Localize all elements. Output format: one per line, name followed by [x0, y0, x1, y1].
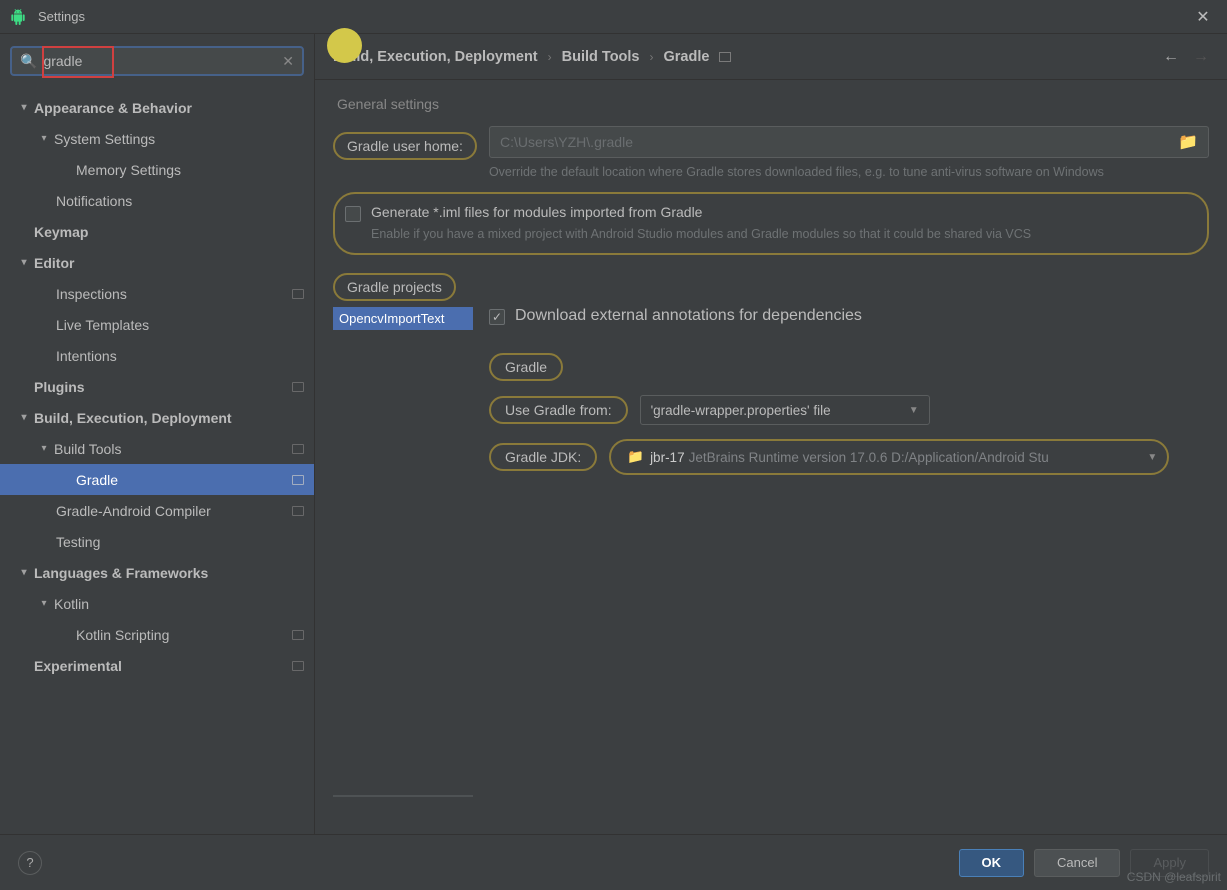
- tree-gradle[interactable]: Gradle: [0, 464, 314, 495]
- bottombar: ? OK Cancel Apply: [0, 834, 1227, 890]
- help-button[interactable]: ?: [18, 851, 42, 875]
- profile-badge-icon: [292, 475, 304, 485]
- gradle-jdk-dropdown[interactable]: 📁 jbr-17 JetBrains Runtime version 17.0.…: [609, 439, 1169, 475]
- close-icon[interactable]: ✕: [1189, 3, 1217, 31]
- window-title: Settings: [38, 9, 1189, 24]
- search-input[interactable]: [43, 53, 282, 69]
- generate-iml-hint: Enable if you have a mixed project with …: [371, 226, 1193, 244]
- gradle-jdk-label: Gradle JDK:: [489, 443, 597, 471]
- generate-iml-block: Generate *.iml files for modules importe…: [333, 192, 1209, 256]
- general-section-title: General settings: [333, 96, 1209, 112]
- main-panel: Build, Execution, Deployment › Build Too…: [315, 34, 1227, 834]
- sidebar: 🔍 ✕ ▾Appearance & Behavior ▾System Setti…: [0, 34, 315, 834]
- generate-iml-checkbox[interactable]: [345, 206, 361, 222]
- watermark: CSDN @leafspirit: [1127, 870, 1221, 884]
- chevron-down-icon: ▾: [18, 412, 30, 423]
- search-input-wrap[interactable]: 🔍 ✕: [10, 46, 304, 76]
- tree-intentions[interactable]: Intentions: [0, 340, 314, 371]
- chevron-down-icon: ▼: [909, 405, 919, 416]
- tree-experimental[interactable]: Experimental: [0, 650, 314, 681]
- download-annotations-label: Download external annotations for depend…: [515, 307, 862, 325]
- gradle-user-home-hint: Override the default location where Grad…: [489, 164, 1209, 182]
- use-gradle-from-label: Use Gradle from:: [489, 396, 628, 424]
- annotation-marker-icon: [327, 28, 362, 63]
- chevron-down-icon: ▾: [18, 567, 30, 578]
- profile-badge-icon: [292, 444, 304, 454]
- profile-badge-icon: [292, 630, 304, 640]
- chevron-down-icon: ▾: [38, 443, 50, 454]
- tree-testing[interactable]: Testing: [0, 526, 314, 557]
- chevron-down-icon: ▾: [18, 257, 30, 268]
- folder-icon[interactable]: 📁: [1178, 132, 1198, 152]
- tree-lang-fw[interactable]: ▾Languages & Frameworks: [0, 557, 314, 588]
- tree-gradle-android[interactable]: Gradle-Android Compiler: [0, 495, 314, 526]
- gradle-projects-label: Gradle projects: [333, 273, 456, 301]
- chevron-right-icon: ›: [650, 50, 654, 64]
- forward-icon: →: [1193, 48, 1209, 66]
- tree-live-templates[interactable]: Live Templates: [0, 309, 314, 340]
- ok-button[interactable]: OK: [959, 849, 1025, 877]
- crumb-build-tools[interactable]: Build Tools: [562, 49, 640, 65]
- titlebar: Settings ✕: [0, 0, 1227, 34]
- tree-kotlin[interactable]: ▾Kotlin: [0, 588, 314, 619]
- gradle-user-home-input[interactable]: [500, 134, 1170, 150]
- profile-badge-icon: [719, 52, 731, 62]
- tree-build-tools[interactable]: ▾Build Tools: [0, 433, 314, 464]
- search-icon: 🔍: [20, 53, 37, 70]
- tree-bed[interactable]: ▾Build, Execution, Deployment: [0, 402, 314, 433]
- profile-badge-icon: [292, 289, 304, 299]
- folder-icon: 📁: [627, 449, 644, 465]
- tree-system-settings[interactable]: ▾System Settings: [0, 123, 314, 154]
- profile-badge-icon: [292, 506, 304, 516]
- profile-badge-icon: [292, 661, 304, 671]
- projects-list[interactable]: OpencvImportText: [333, 307, 473, 797]
- tree-keymap[interactable]: Keymap: [0, 216, 314, 247]
- generate-iml-label: Generate *.iml files for modules importe…: [371, 204, 1193, 220]
- cancel-button[interactable]: Cancel: [1034, 849, 1120, 877]
- crumb-gradle: Gradle: [664, 49, 710, 65]
- chevron-down-icon: ▾: [18, 102, 30, 113]
- tree-notifications[interactable]: Notifications: [0, 185, 314, 216]
- tree-inspections[interactable]: Inspections: [0, 278, 314, 309]
- tree-appearance[interactable]: ▾Appearance & Behavior: [0, 92, 314, 123]
- profile-badge-icon: [292, 382, 304, 392]
- gradle-sub-label: Gradle: [489, 353, 563, 381]
- tree-plugins[interactable]: Plugins: [0, 371, 314, 402]
- settings-tree: ▾Appearance & Behavior ▾System Settings …: [0, 86, 314, 834]
- chevron-right-icon: ›: [548, 50, 552, 64]
- tree-editor[interactable]: ▾Editor: [0, 247, 314, 278]
- tree-kotlin-scripting[interactable]: Kotlin Scripting: [0, 619, 314, 650]
- download-annotations-checkbox[interactable]: [489, 309, 505, 325]
- chevron-down-icon: ▼: [1147, 452, 1157, 463]
- crumb-bed[interactable]: Build, Execution, Deployment: [333, 49, 538, 65]
- tree-memory-settings[interactable]: Memory Settings: [0, 154, 314, 185]
- chevron-down-icon: ▾: [38, 133, 50, 144]
- android-icon: [10, 9, 26, 25]
- gradle-user-home-input-wrap[interactable]: 📁: [489, 126, 1209, 158]
- use-gradle-from-dropdown[interactable]: 'gradle-wrapper.properties' file ▼: [640, 395, 930, 425]
- gradle-user-home-label: Gradle user home:: [333, 132, 477, 160]
- breadcrumb: Build, Execution, Deployment › Build Too…: [315, 34, 1227, 80]
- chevron-down-icon: ▾: [38, 598, 50, 609]
- back-icon[interactable]: ←: [1163, 48, 1179, 66]
- project-item[interactable]: OpencvImportText: [333, 307, 473, 330]
- clear-icon[interactable]: ✕: [282, 53, 294, 70]
